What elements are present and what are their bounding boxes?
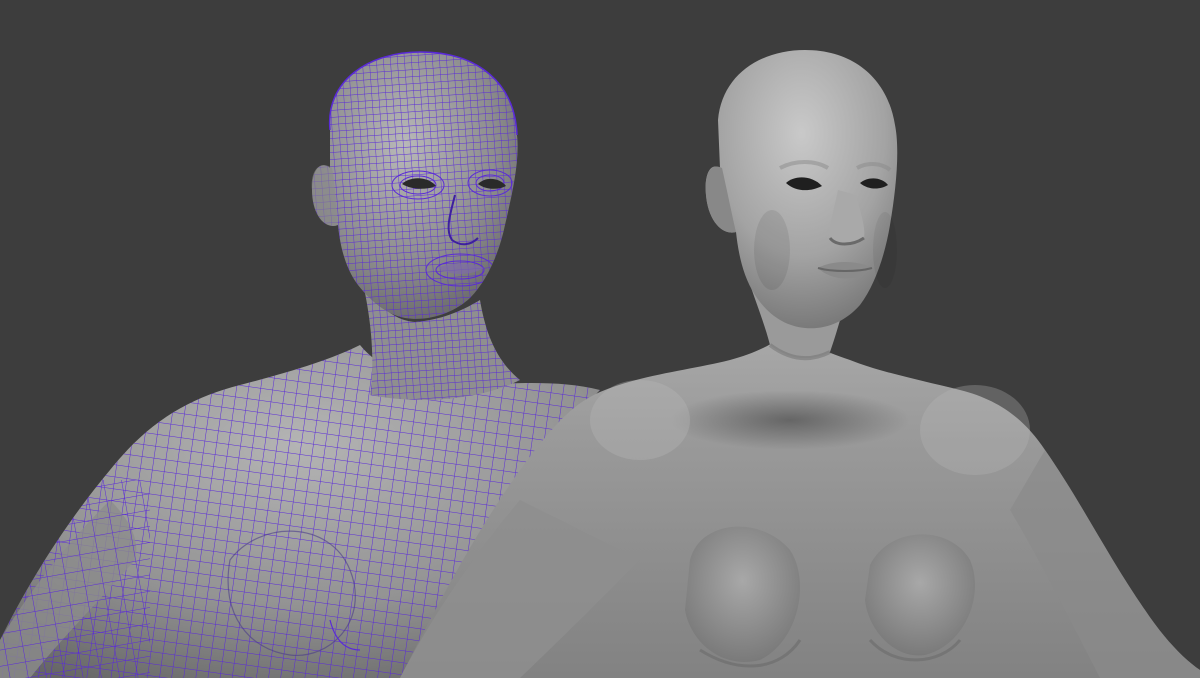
3d-viewport[interactable] (0, 0, 1200, 678)
scene-canvas (0, 50, 1200, 678)
shaded-model (400, 50, 1200, 678)
